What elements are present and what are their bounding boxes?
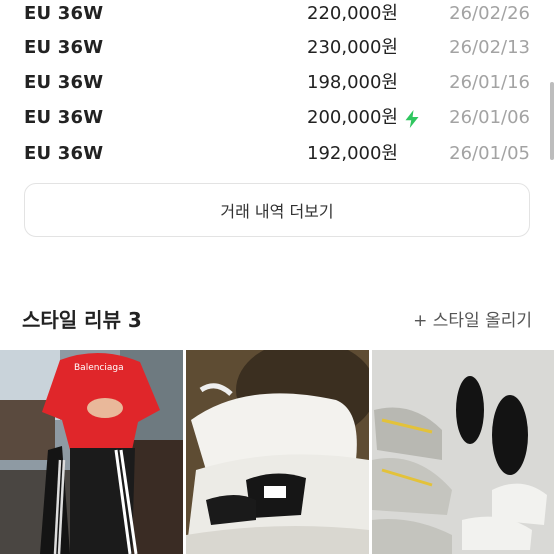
trade-date: 26/01/06	[449, 107, 530, 128]
upload-style-button[interactable]: + 스타일 올리기	[413, 307, 532, 335]
trade-price: 192,000원	[307, 143, 398, 164]
trade-size: EU 36W	[24, 143, 104, 164]
trade-date: 26/01/05	[449, 143, 530, 164]
white-sneakers-photo	[186, 350, 369, 554]
trade-price: 198,000원	[307, 72, 398, 93]
scrollbar[interactable]	[550, 82, 554, 160]
trade-row: EU 36W 198,000원 26/01/16	[0, 65, 554, 101]
trade-history-more-button[interactable]: 거래 내역 더보기	[24, 183, 530, 237]
trade-price: 230,000원	[307, 37, 398, 58]
trade-row: EU 36W 230,000원 26/02/13	[0, 30, 554, 66]
lightning-icon	[405, 110, 419, 128]
balenciaga-logo-text: Balenciaga	[74, 363, 124, 373]
style-photo[interactable]	[186, 350, 369, 554]
trade-price: 220,000원	[307, 3, 398, 24]
style-photo-grid: Balenciaga	[0, 350, 554, 554]
trade-size: EU 36W	[24, 107, 104, 128]
style-photo[interactable]	[372, 350, 554, 554]
style-photo[interactable]: Balenciaga	[0, 350, 183, 554]
trade-date: 26/01/16	[449, 72, 530, 93]
trade-size: EU 36W	[24, 3, 104, 24]
shoes-collection-photo	[372, 350, 554, 554]
trade-row: EU 36W 220,000원 26/02/26	[0, 0, 554, 32]
trade-row: EU 36W 200,000원 26/01/06	[0, 100, 554, 136]
trade-size: EU 36W	[24, 37, 104, 58]
trade-date: 26/02/26	[449, 3, 530, 24]
trade-price: 200,000원	[307, 107, 398, 128]
trade-size: EU 36W	[24, 72, 104, 93]
style-review-title: 스타일 리뷰 3	[22, 308, 142, 332]
trade-date: 26/02/13	[449, 37, 530, 58]
person-in-red-tshirt-photo: Balenciaga	[0, 350, 183, 554]
trade-row: EU 36W 192,000원 26/01/05	[0, 136, 554, 172]
